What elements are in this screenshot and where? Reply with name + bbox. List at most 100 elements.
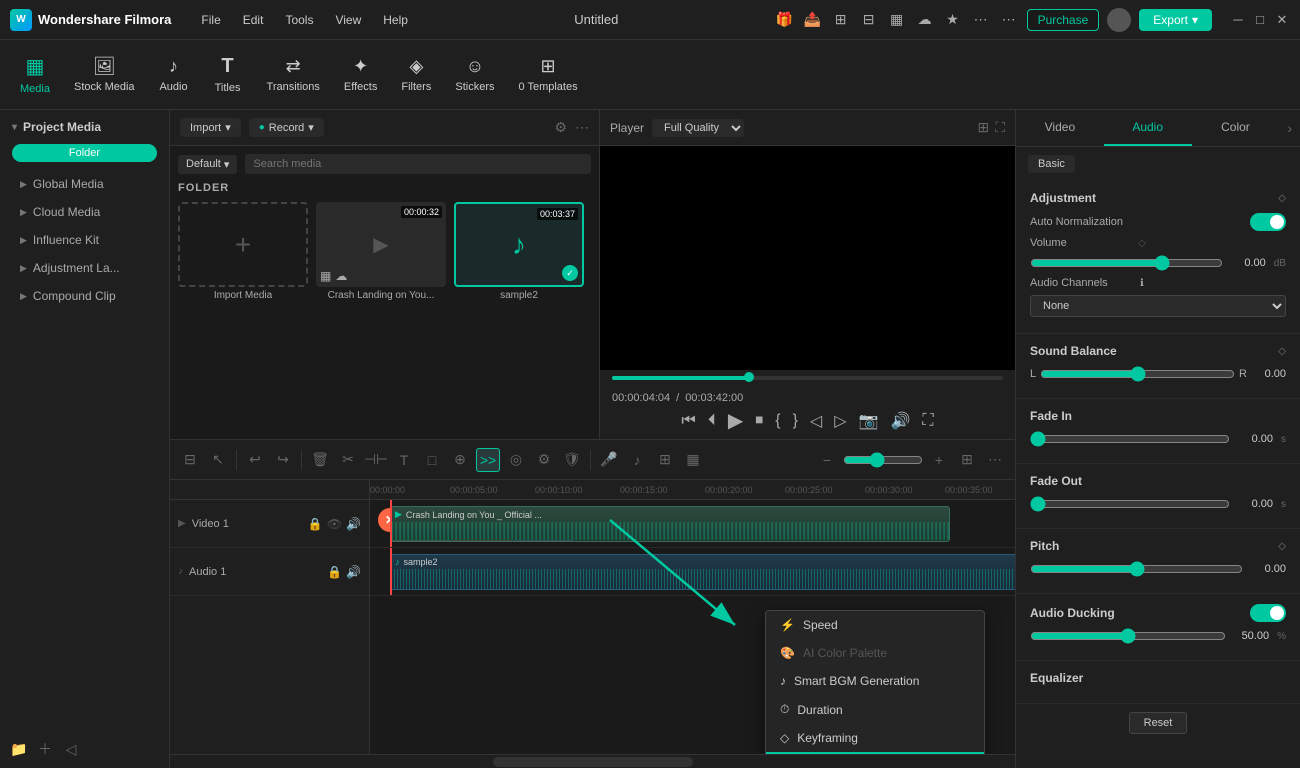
purchase-button[interactable]: Purchase <box>1027 9 1100 31</box>
tab-color[interactable]: Color <box>1192 110 1280 146</box>
toolbar-templates[interactable]: ⊞ 0 Templates <box>508 50 587 99</box>
delete-button[interactable]: 🗑 <box>308 448 332 472</box>
panel-button[interactable]: ▦ <box>681 448 705 472</box>
settings-button[interactable]: ⚙ <box>532 448 556 472</box>
audio-speaker-icon[interactable]: 🔊 <box>346 565 361 579</box>
speaker-icon[interactable]: 🔊 <box>346 517 361 531</box>
fullscreen-preview-icon[interactable]: ⛶ <box>922 412 933 430</box>
audio-clip-1[interactable]: ♪ sample2 <box>390 554 1015 590</box>
cursor-button[interactable]: ↖ <box>206 448 230 472</box>
import-button[interactable]: Import ▾ <box>180 118 241 137</box>
grid-toggle-button[interactable]: ⊞ <box>955 448 979 472</box>
next-frame-button[interactable]: ▷ <box>834 411 846 431</box>
more-media-icon[interactable]: ⋯ <box>575 119 589 136</box>
sidebar-item-global-media[interactable]: ▶ Global Media <box>0 170 169 198</box>
frame-back-button[interactable]: ⏴ <box>708 412 716 430</box>
zoom-out-button[interactable]: − <box>815 448 839 472</box>
redo-button[interactable]: ↪ <box>271 448 295 472</box>
video-thumb-1[interactable]: 00:00:32 ▶ ▦ ☁ Crash Landing on You... <box>316 202 446 301</box>
toolbar-transitions[interactable]: ⇄ Transitions <box>257 50 330 99</box>
ctx-auto-sync[interactable]: ↻ Auto Synchronization <box>766 752 984 754</box>
player-tab[interactable]: Player <box>610 121 644 135</box>
minimize-button[interactable]: ─ <box>1230 12 1246 28</box>
more-tl-button[interactable]: ⋯ <box>983 448 1007 472</box>
sidebar-item-cloud-media[interactable]: ▶ Cloud Media <box>0 198 169 226</box>
lock-icon[interactable]: 🔒 <box>308 517 323 531</box>
ctx-duration[interactable]: ⏱ Duration <box>766 695 984 724</box>
audio-lock-icon[interactable]: 🔒 <box>327 565 342 579</box>
split-button[interactable]: ⊣⊢ <box>364 448 388 472</box>
preview-scrubber[interactable] <box>744 372 754 382</box>
record-button[interactable]: ● Record ▾ <box>249 118 324 137</box>
tab-video[interactable]: Video <box>1016 110 1104 146</box>
video-thumb-box-1[interactable]: 00:00:32 ▶ ▦ ☁ <box>316 202 446 287</box>
menu-tools[interactable]: Tools <box>275 9 323 31</box>
mic-button[interactable]: 🎤 <box>597 448 621 472</box>
cut-button[interactable]: ✂ <box>336 448 360 472</box>
forward-button[interactable]: >> <box>476 448 500 472</box>
audio-channels-select[interactable]: None Stereo Mono <box>1030 295 1286 317</box>
eye-off-icon[interactable]: 👁 <box>327 517 342 531</box>
user-avatar[interactable] <box>1107 8 1131 32</box>
fullscreen-icon[interactable]: ⛶ <box>995 119 1005 136</box>
maximize-button[interactable]: □ <box>1252 12 1268 28</box>
audio-thumb-box-1[interactable]: 00:03:37 ♪ ✓ <box>454 202 584 287</box>
volume-slider[interactable] <box>1030 255 1223 271</box>
mark-out-button[interactable]: } <box>793 412 798 430</box>
volume-preview-icon[interactable]: 🔊 <box>890 411 910 431</box>
share-icon[interactable]: 📤 <box>803 10 823 30</box>
collapse-panel-icon[interactable]: ◁ <box>60 738 82 760</box>
toolbar-filters[interactable]: ◈ Filters <box>391 50 441 99</box>
zoom-slider[interactable] <box>843 452 923 468</box>
adjustment-keyframe-icon[interactable]: ◇ <box>1278 193 1286 204</box>
sort-button[interactable]: Default ▾ <box>178 155 237 174</box>
audio-ducking-slider[interactable] <box>1030 628 1226 644</box>
undo-button[interactable]: ↩ <box>243 448 267 472</box>
ctx-speed[interactable]: ⚡ Speed <box>766 611 984 639</box>
audio-thumb-1[interactable]: 00:03:37 ♪ ✓ sample2 <box>454 202 584 301</box>
shield-button[interactable]: 🛡 <box>560 448 584 472</box>
fade-out-slider[interactable] <box>1030 496 1230 512</box>
toolbar-titles[interactable]: T Titles <box>203 49 253 100</box>
cloud-icon[interactable]: ☁ <box>915 10 935 30</box>
close-button[interactable]: ✕ <box>1274 12 1290 28</box>
sidebar-item-adjustment-layer[interactable]: ▶ Adjustment La... <box>0 254 169 282</box>
auto-normalization-toggle[interactable] <box>1250 213 1286 231</box>
menu-edit[interactable]: Edit <box>233 9 274 31</box>
pitch-slider[interactable] <box>1030 561 1243 577</box>
layout-icon[interactable]: ⊞ <box>831 10 851 30</box>
rewind-button[interactable]: ⏮ <box>681 412 695 430</box>
pitch-keyframe-icon[interactable]: ◇ <box>1278 541 1286 552</box>
menu-file[interactable]: File <box>191 9 230 31</box>
snap-button[interactable]: ⊟ <box>178 448 202 472</box>
sidebar-item-influence-kit[interactable]: ▶ Influence Kit <box>0 226 169 254</box>
play-button[interactable]: ▶ <box>728 408 743 433</box>
toolbar-effects[interactable]: ✦ Effects <box>334 50 387 99</box>
layout-preview-icon[interactable]: ⊞ <box>977 119 989 136</box>
text-button[interactable]: T <box>392 448 416 472</box>
audio-ducking-toggle[interactable] <box>1250 604 1286 622</box>
filter-icon[interactable]: ⚙ <box>554 119 567 136</box>
mark-in-button[interactable]: { <box>775 412 780 430</box>
media-lib-button[interactable]: ⊞ <box>653 448 677 472</box>
folder-button[interactable]: Folder <box>12 144 157 162</box>
sidebar-item-compound-clip[interactable]: ▶ Compound Clip <box>0 282 169 310</box>
new-folder-icon[interactable]: 📁 <box>8 738 30 760</box>
tab-more-icon[interactable]: › <box>1279 110 1300 146</box>
menu-help[interactable]: Help <box>373 9 418 31</box>
reset-button[interactable]: Reset <box>1129 712 1188 734</box>
transform-button[interactable]: ⊕ <box>448 448 472 472</box>
motion-button[interactable]: ◎ <box>504 448 528 472</box>
timeline-scroll-thumb[interactable] <box>493 757 693 767</box>
stop-button[interactable]: ⏹ <box>755 412 763 430</box>
ctx-ai-color[interactable]: 🎨 AI Color Palette <box>766 639 984 667</box>
grid2-icon[interactable]: ⊟ <box>859 10 879 30</box>
export-button[interactable]: Export ▾ <box>1139 9 1212 31</box>
sound-balance-slider[interactable] <box>1040 366 1235 382</box>
music-button[interactable]: ♪ <box>625 448 649 472</box>
apps-icon[interactable]: ⋯ <box>971 10 991 30</box>
import-media-thumb[interactable]: + Import Media <box>178 202 308 301</box>
add-media-icon[interactable]: ＋ <box>34 738 56 760</box>
tab-audio[interactable]: Audio <box>1104 110 1192 146</box>
crop-button[interactable]: □ <box>420 448 444 472</box>
